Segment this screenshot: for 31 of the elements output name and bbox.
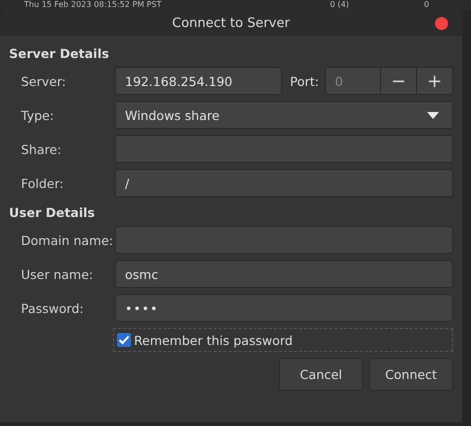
connect-button[interactable]: Connect bbox=[369, 358, 453, 391]
field-label: Server: bbox=[20, 74, 67, 88]
increment-button[interactable]: + bbox=[417, 67, 453, 95]
server-field[interactable]: 192.168.254.190 bbox=[115, 67, 282, 95]
field-label: Folder: bbox=[20, 176, 65, 190]
count-text: 0 (4) bbox=[330, 0, 349, 10]
decrement-button[interactable]: − bbox=[381, 67, 417, 95]
check-icon bbox=[118, 335, 130, 345]
window-title: Connect to Server bbox=[172, 16, 290, 30]
field-label: Password: bbox=[20, 300, 85, 316]
caret-icon bbox=[427, 112, 439, 118]
remember-checkbox[interactable]: Remember this password bbox=[113, 328, 453, 352]
field-label: Type: bbox=[20, 108, 55, 122]
text-field[interactable]: osmc bbox=[115, 260, 453, 288]
port-field[interactable]: 0 bbox=[325, 67, 381, 95]
field-label: User name: bbox=[20, 266, 94, 282]
checkbox[interactable] bbox=[117, 333, 131, 347]
field-label: Port: bbox=[290, 74, 319, 88]
close-button[interactable] bbox=[435, 17, 448, 30]
section-heading: Server Details bbox=[9, 46, 110, 61]
field-label: Share: bbox=[20, 142, 62, 156]
date-text: Thu 15 Feb 2023 08:15:52 PM PST bbox=[24, 0, 162, 10]
text-field[interactable] bbox=[115, 226, 453, 254]
count-text: 0 bbox=[424, 0, 430, 10]
share-field[interactable] bbox=[115, 135, 453, 163]
field-label: Domain name: bbox=[20, 232, 114, 248]
section-heading: User Details bbox=[9, 205, 96, 220]
type-dropdown[interactable]: Windows share bbox=[115, 101, 453, 129]
folder-field[interactable]: / bbox=[115, 169, 453, 197]
cancel-button[interactable]: Cancel bbox=[279, 358, 363, 391]
password-field[interactable]: •••• bbox=[115, 294, 453, 322]
